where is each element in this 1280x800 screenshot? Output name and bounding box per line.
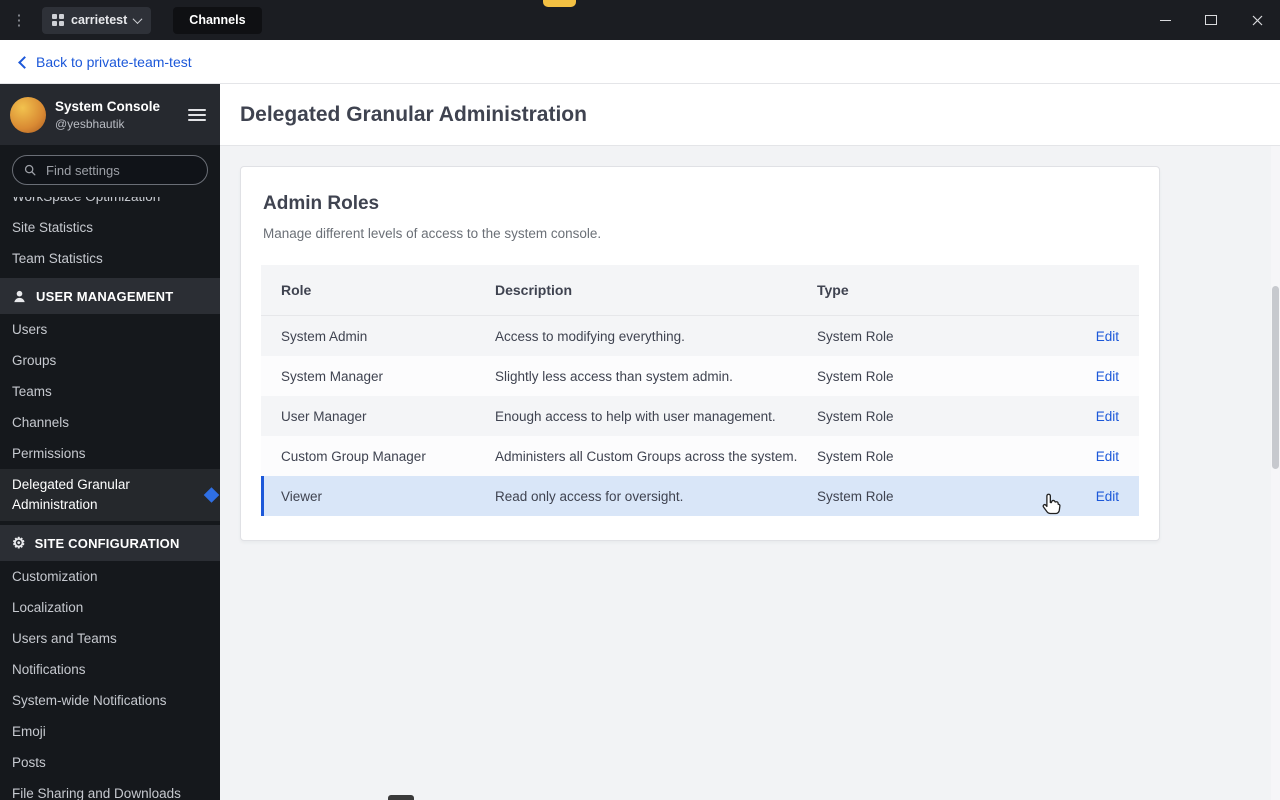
back-link[interactable]: Back to private-team-test [18,53,192,70]
sidebar-section-user-management: USER MANAGEMENT [0,278,220,314]
avatar [10,96,46,133]
sidebar-item-permissions[interactable]: Permissions [0,438,220,469]
close-icon [1252,15,1262,25]
cell-description: Read only access for oversight. [495,488,684,504]
section-label: SITE CONFIGURATION [34,535,180,551]
cell-type: System Role [817,408,894,424]
sidebar-section-site-configuration: ⚙ SITE CONFIGURATION [0,525,220,561]
back-navigation-bar: Back to private-team-test [0,40,1280,84]
edit-link[interactable]: Edit [1096,369,1119,384]
sidebar-item-groups[interactable]: Groups [0,345,220,376]
sidebar-item-notifications[interactable]: Notifications [0,654,220,685]
table-header-row: Role Description Type [261,265,1139,316]
back-link-label: Back to private-team-test [36,53,192,70]
card-title: Admin Roles [263,193,380,214]
column-header-description: Description [495,282,573,298]
search-input[interactable] [44,161,196,179]
sidebar-header: System Console @yesbhautik [0,84,220,145]
search-icon [24,164,36,176]
table-row-system-admin: System Admin Access to modifying everyth… [261,316,1139,356]
sidebar-item-customization[interactable]: Customization [0,561,220,592]
cell-role: User Manager [281,408,367,424]
server-grid-icon [52,14,64,26]
edit-link[interactable]: Edit [1096,329,1119,344]
sidebar-item-users-and-teams[interactable]: Users and Teams [0,623,220,654]
sidebar-title: System Console [55,99,161,115]
close-button[interactable] [1234,0,1280,40]
search-pill[interactable] [12,155,208,185]
edit-link[interactable]: Edit [1096,449,1119,464]
table-row-user-manager: User Manager Enough access to help with … [261,396,1139,436]
window-title-bar: ⋮ carrietest Channels [0,0,1280,40]
minimize-icon [1159,19,1171,21]
cell-role: Viewer [281,488,323,504]
edit-link[interactable]: Edit [1096,489,1119,504]
column-header-type: Type [817,282,849,298]
card-subtitle: Manage different levels of access to the… [263,226,602,241]
cell-type: System Role [817,368,894,384]
sidebar-item-localization[interactable]: Localization [0,592,220,623]
console-sidebar: System Console @yesbhautik WorkSpace Opt… [0,84,220,800]
table-row-system-manager: System Manager Slightly less access than… [261,356,1139,396]
sidebar-item-users[interactable]: Users [0,314,220,345]
sidebar-item-system-wide-notifications[interactable]: System-wide Notifications [0,685,220,716]
sidebar-item-channels[interactable]: Channels [0,407,220,438]
sidebar-item-team-statistics[interactable]: Team Statistics [0,243,220,274]
sidebar-item-emoji[interactable]: Emoji [0,716,220,747]
menu-icon[interactable] [188,105,206,125]
table-row-viewer: Viewer Read only access for oversight. S… [261,476,1139,516]
table-row-custom-group-manager: Custom Group Manager Administers all Cus… [261,436,1139,476]
sidebar-nav: WorkSpace Optimization Site Statistics T… [0,197,220,800]
sidebar-item-posts[interactable]: Posts [0,747,220,778]
cell-description: Slightly less access than system admin. [495,368,733,384]
gear-icon: ⚙ [12,534,26,552]
roles-table: Role Description Type System Admin Acces… [261,265,1139,516]
cell-role: System Admin [281,328,368,344]
app-menu-kebab-icon[interactable]: ⋮ [0,11,38,29]
maximize-icon [1205,15,1217,25]
window-controls [1142,0,1280,40]
sidebar-subtitle: @yesbhautik [55,116,125,131]
sidebar-item-teams[interactable]: Teams [0,376,220,407]
cell-description: Enough access to help with user manageme… [495,408,776,424]
card-header: Admin Roles Manage different levels of a… [241,167,1159,265]
main-scrollbar[interactable] [1271,146,1280,800]
cell-type: System Role [817,488,894,504]
column-header-role: Role [281,282,312,298]
sidebar-header-text: System Console @yesbhautik [55,98,160,131]
sidebar-search [0,145,220,197]
users-icon [12,289,27,304]
cell-description: Administers all Custom Groups across the… [495,448,798,464]
page-title: Delegated Granular Administration [240,102,587,126]
chevron-left-icon [18,55,31,69]
scrollbar-thumb[interactable] [1272,286,1279,469]
page-header: Delegated Granular Administration [220,84,1280,146]
section-label: USER MANAGEMENT [36,288,174,304]
admin-roles-card: Admin Roles Manage different levels of a… [240,166,1160,541]
cell-type: System Role [817,328,894,344]
sidebar-item-file-sharing-and-downloads[interactable]: File Sharing and Downloads [0,778,220,800]
selected-item-marker [203,487,220,503]
sidebar-item-site-statistics[interactable]: Site Statistics [0,212,220,243]
main-content: Admin Roles Manage different levels of a… [220,146,1280,800]
server-name-label: carrietest [71,13,128,27]
chevron-down-icon [132,13,143,24]
server-selector[interactable]: carrietest [42,6,152,34]
maximize-button[interactable] [1188,0,1234,40]
cell-description: Access to modifying everything. [495,328,685,344]
bottom-edge-artifact [388,795,414,800]
sidebar-item-delegated-granular-administration[interactable]: Delegated Granular Administration [0,469,220,521]
sidebar-item-workspace-optimization[interactable]: WorkSpace Optimization [0,197,220,212]
cell-type: System Role [817,448,894,464]
tab-channels[interactable]: Channels [173,6,262,34]
cell-role: Custom Group Manager [281,448,426,464]
cell-role: System Manager [281,368,384,384]
minimize-button[interactable] [1142,0,1188,40]
top-edge-artifact [543,0,576,7]
sidebar-item-label: Delegated Granular Administration [12,477,130,512]
edit-link[interactable]: Edit [1096,409,1119,424]
